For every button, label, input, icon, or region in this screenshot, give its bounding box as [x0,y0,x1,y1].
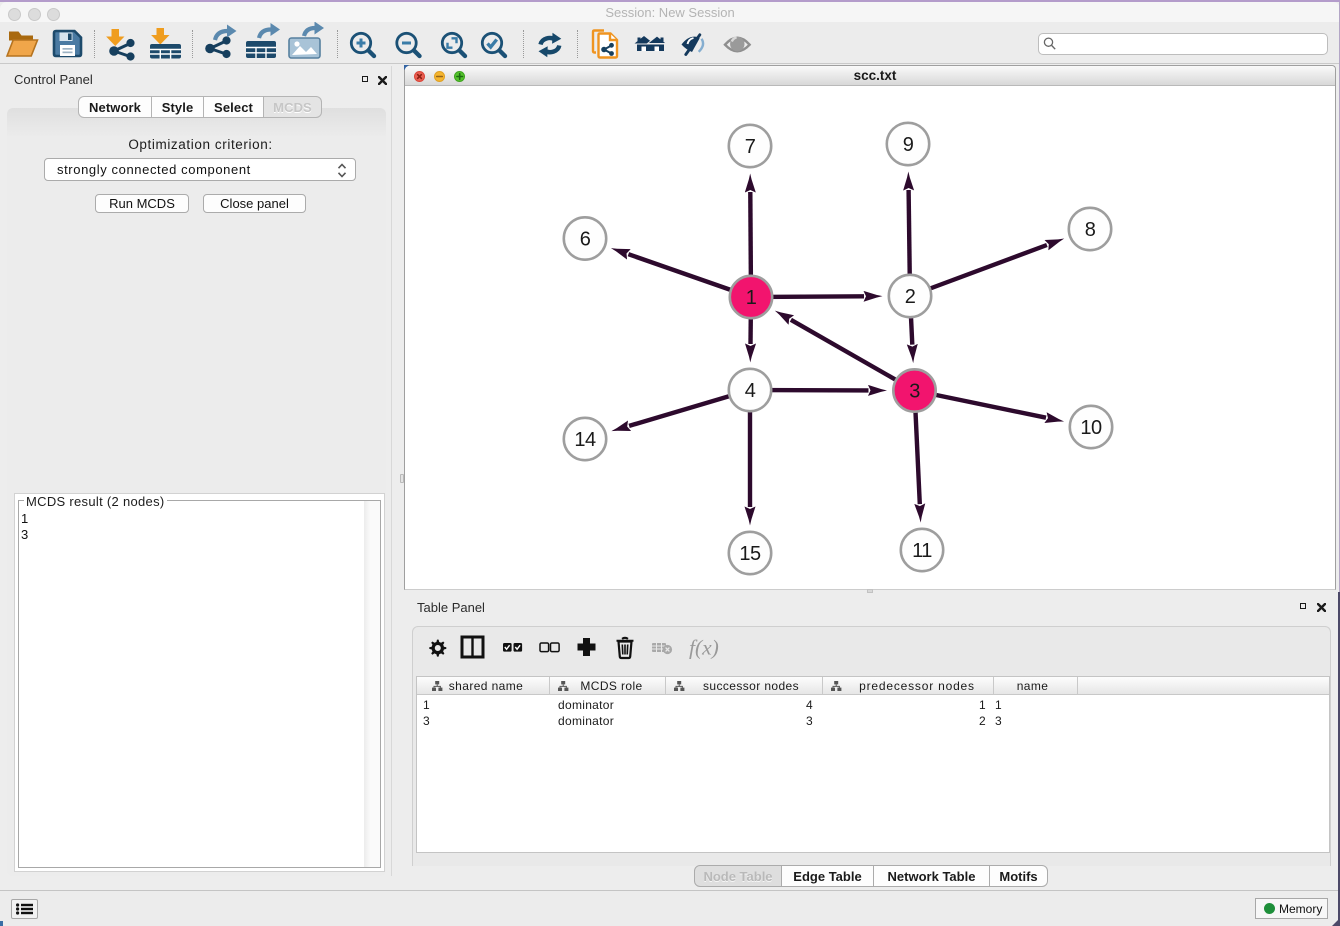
svg-text:9: 9 [903,134,914,156]
svg-text:15: 15 [739,543,761,565]
svg-text:14: 14 [574,429,596,451]
svg-text:f(x): f(x) [689,636,719,660]
svg-text:4: 4 [745,380,756,402]
svg-text:11: 11 [912,540,932,562]
svg-text:6: 6 [580,229,591,251]
svg-text:10: 10 [1080,417,1102,439]
svg-text:8: 8 [1085,219,1096,241]
svg-text:2: 2 [905,286,916,308]
svg-text:3: 3 [909,381,920,403]
svg-text:1: 1 [746,287,757,309]
svg-text:7: 7 [745,136,756,158]
